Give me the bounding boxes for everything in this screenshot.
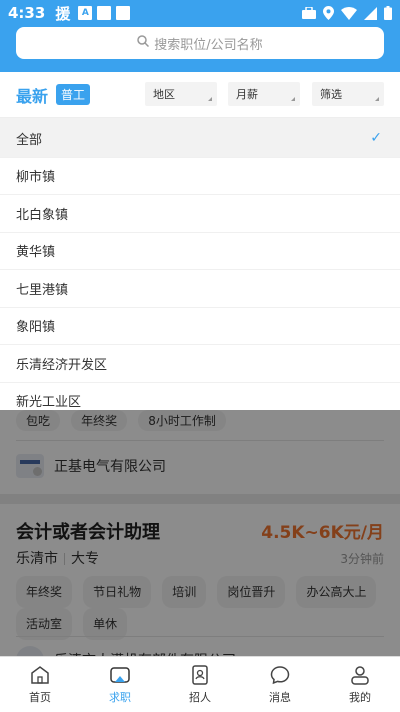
option-label: 乐清经济开发区	[16, 357, 108, 373]
home-icon	[31, 666, 49, 684]
area-options-list: 全部 ✓ 柳市镇 北白象镇 黄华镇 七里港镇 象阳镇 乐清经济开发区 新光工业区	[0, 120, 400, 410]
area-option[interactable]: 黄华镇	[0, 233, 400, 270]
tab-latest[interactable]: 最新	[16, 83, 48, 107]
filter-dropdown[interactable]: 筛选	[312, 82, 384, 106]
signal-icon	[364, 6, 377, 20]
user-icon	[351, 666, 369, 685]
area-option[interactable]: 柳市镇	[0, 158, 400, 195]
job-search-icon	[110, 667, 130, 683]
tab-label: 首页	[29, 691, 51, 704]
option-label: 象阳镇	[16, 320, 56, 336]
tab-messages[interactable]: 消息	[240, 657, 320, 712]
overlay-mask[interactable]	[0, 410, 400, 656]
tab-general-worker[interactable]: 普工	[56, 84, 91, 105]
notification-icon	[116, 6, 131, 20]
tab-label: 消息	[269, 691, 291, 704]
salary-dropdown[interactable]: 月薪	[228, 82, 300, 106]
notification-icon	[97, 6, 112, 20]
tab-label: 招人	[189, 691, 211, 704]
option-label: 七里港镇	[16, 282, 69, 298]
search-input[interactable]: 搜索职位/公司名称	[16, 27, 384, 59]
area-option[interactable]: 乐清经济开发区	[0, 345, 400, 383]
tab-home[interactable]: 首页	[0, 657, 80, 712]
area-dropdown[interactable]: 地区	[145, 82, 217, 106]
status-bar: 4:33 援 A	[0, 0, 400, 26]
tab-recruit[interactable]: 招人	[160, 657, 240, 712]
battery-icon	[384, 6, 392, 20]
briefcase-icon	[302, 7, 316, 19]
option-label: 黄华镇	[16, 245, 56, 261]
location-icon	[323, 6, 334, 20]
check-icon: ✓	[370, 130, 382, 147]
option-label: 柳市镇	[16, 170, 56, 186]
status-time: 4:33	[8, 4, 46, 22]
app-notification-icon: 援	[55, 4, 71, 23]
message-icon	[270, 666, 290, 685]
option-label: 全部	[16, 132, 43, 148]
tab-profile[interactable]: 我的	[320, 657, 400, 712]
a-notification-icon: A	[78, 6, 93, 20]
tab-job-search[interactable]: 求职	[80, 657, 160, 712]
search-icon	[137, 35, 150, 51]
status-icons	[302, 6, 392, 20]
area-option[interactable]: 北白象镇	[0, 195, 400, 233]
tab-label: 求职	[109, 691, 131, 704]
filter-bar: 最新 普工 地区 月薪 筛选	[0, 72, 400, 118]
area-option[interactable]: 新光工业区	[0, 383, 400, 410]
option-label: 北白象镇	[16, 207, 69, 223]
header: 4:33 援 A 搜索职位/公司名称	[0, 0, 400, 72]
area-option[interactable]: 七里港镇	[0, 270, 400, 308]
search-placeholder: 搜索职位/公司名称	[154, 37, 263, 53]
option-label: 新光工业区	[16, 395, 82, 410]
area-option[interactable]: 象阳镇	[0, 308, 400, 345]
recruit-icon	[192, 665, 208, 685]
wifi-icon	[341, 6, 357, 20]
bottom-tab-bar: 首页 求职 招人 消息 我的	[0, 656, 400, 712]
area-option[interactable]: 全部 ✓	[0, 120, 400, 158]
tab-label: 我的	[349, 691, 371, 704]
